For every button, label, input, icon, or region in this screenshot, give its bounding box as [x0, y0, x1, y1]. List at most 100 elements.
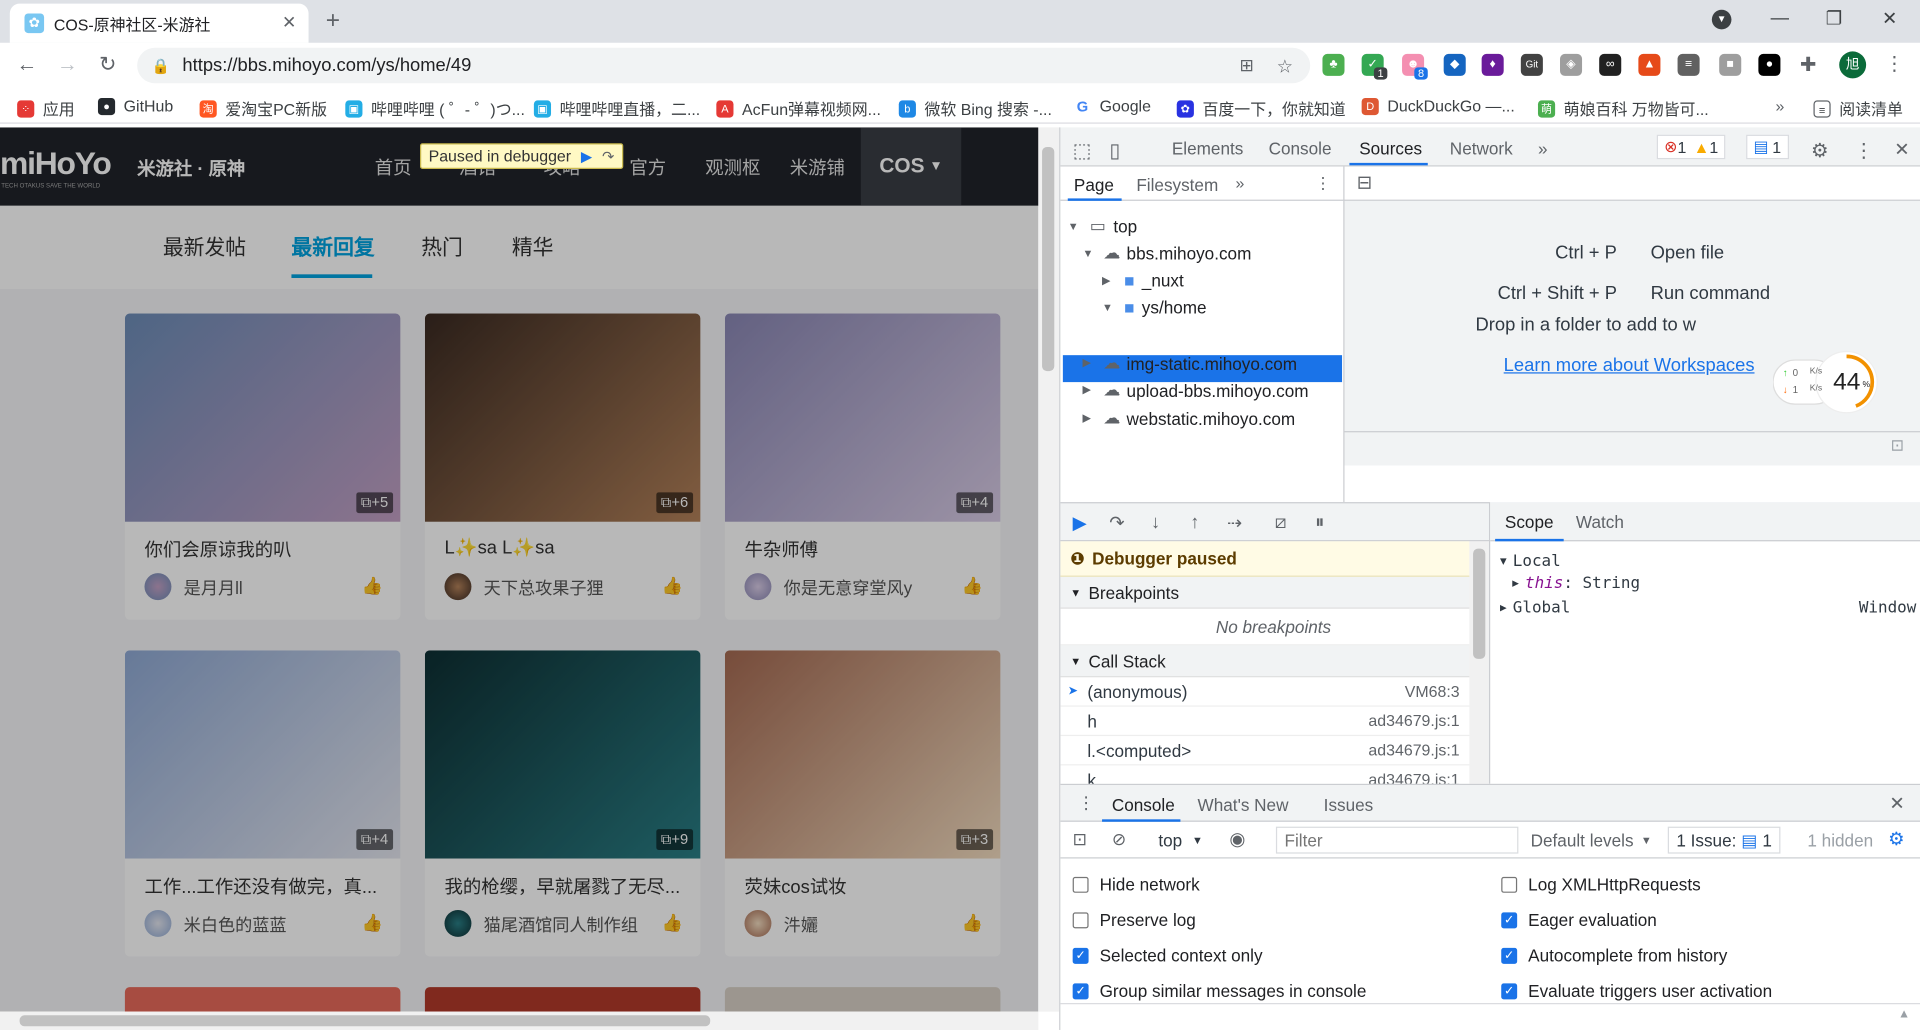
- profile-avatar[interactable]: 旭: [1839, 51, 1867, 79]
- more-bookmarks-icon[interactable]: »: [1776, 97, 1785, 115]
- avatar[interactable]: [744, 909, 772, 937]
- tab-page[interactable]: Page: [1074, 175, 1114, 195]
- post-author[interactable]: 汼孋: [784, 912, 818, 936]
- step-over-icon[interactable]: ↷: [602, 148, 614, 165]
- post-image[interactable]: [424, 313, 701, 522]
- tree-node-folder[interactable]: ▼ ■ ys/home: [1102, 298, 1207, 318]
- page-hscroll-thumb[interactable]: [19, 1015, 711, 1027]
- address-bar[interactable]: 🔒 https://bbs.mihoyo.com/ys/home/49 ⊞ ☆: [137, 47, 1311, 84]
- post-image[interactable]: [724, 650, 1001, 859]
- post-card[interactable]: ⧉+4 工作...工作还没有做完，真... 米白色的蓝蓝 👍: [124, 650, 401, 957]
- tab-filesystem[interactable]: Filesystem: [1136, 175, 1218, 195]
- step-into-icon[interactable]: ↓: [1151, 512, 1160, 533]
- frame-location[interactable]: ad34679.js:1: [1368, 712, 1459, 730]
- tab-watch[interactable]: Watch: [1576, 512, 1624, 532]
- site-logo[interactable]: miHoYo: [0, 145, 112, 183]
- console-setting-checkbox[interactable]: ✓ Autocomplete from history: [1501, 945, 1727, 965]
- checkbox-icon[interactable]: [1072, 911, 1089, 928]
- post-title[interactable]: 我的枪缨，早就屠戮了无尽...: [444, 873, 689, 899]
- minimize-icon[interactable]: —: [1771, 7, 1789, 28]
- page-scroll-thumb[interactable]: [1042, 146, 1055, 372]
- thumbs-up-icon[interactable]: 👍: [962, 576, 983, 597]
- extension-glasses-icon[interactable]: ∞: [1599, 53, 1622, 76]
- step-icon[interactable]: ⇢: [1227, 512, 1242, 534]
- post-card[interactable]: ⧉+3 荧妹cos试妆 汼孋 👍: [724, 650, 1001, 957]
- checkbox-icon[interactable]: ✓: [1501, 982, 1518, 999]
- more-nav-tabs-icon[interactable]: »: [1236, 174, 1245, 192]
- post-title[interactable]: 牛杂师傅: [744, 536, 989, 562]
- sidebar-toggle-icon[interactable]: ⊡: [1073, 829, 1087, 850]
- tab-hot[interactable]: 热门: [421, 230, 463, 261]
- post-title[interactable]: 荧妹cos试妆: [744, 873, 989, 899]
- extension-grey-icon[interactable]: ■: [1719, 53, 1742, 76]
- checkbox-icon[interactable]: ✓: [1501, 911, 1518, 928]
- settings-gear-icon[interactable]: ⚙: [1811, 138, 1829, 162]
- tab-latest-posts[interactable]: 最新发帖: [163, 230, 246, 261]
- bookmark-item[interactable]: ● GitHub: [97, 97, 173, 115]
- issues-counter[interactable]: ⊗ 1 ▲ 1: [1656, 134, 1726, 160]
- console-setting-checkbox[interactable]: ✓ Selected context only: [1072, 945, 1263, 965]
- nav-cos[interactable]: COS ▼: [860, 127, 962, 206]
- console-prompt[interactable]: [1060, 1003, 1920, 1030]
- maximize-icon[interactable]: ❐: [1826, 7, 1842, 30]
- tab-console[interactable]: Console: [1269, 138, 1332, 158]
- checkbox-icon[interactable]: [1072, 876, 1089, 893]
- frame-location[interactable]: ad34679.js:1: [1368, 741, 1459, 759]
- console-setting-checkbox[interactable]: ✓ Eager evaluation: [1501, 910, 1657, 930]
- device-toolbar-icon[interactable]: ▯: [1109, 138, 1120, 162]
- thumbs-up-icon[interactable]: 👍: [362, 576, 383, 597]
- post-author[interactable]: 猫尾酒馆同人制作组: [484, 912, 638, 936]
- close-tab-icon[interactable]: ✕: [282, 12, 296, 33]
- console-setting-checkbox[interactable]: ✓ Group similar messages in console: [1072, 981, 1366, 1001]
- nav-shop[interactable]: 米游铺: [790, 154, 845, 180]
- post-card[interactable]: ⧉+5 你们会原谅我的叭 是月月ll 👍: [124, 313, 401, 620]
- clear-console-icon[interactable]: ⊘: [1112, 829, 1126, 850]
- bookmark-item[interactable]: D DuckDuckGo —...: [1361, 97, 1515, 115]
- pause-on-exceptions-icon[interactable]: ⏸: [1315, 512, 1324, 533]
- browser-menu-icon[interactable]: ⋮: [1885, 51, 1905, 75]
- navigator-menu-icon[interactable]: ⋮: [1315, 174, 1331, 194]
- call-frame[interactable]: h ad34679.js:1: [1060, 707, 1470, 737]
- close-devtools-icon[interactable]: ✕: [1894, 138, 1909, 161]
- drawer-menu-icon[interactable]: ⋮: [1078, 792, 1095, 813]
- console-setting-checkbox[interactable]: Preserve log: [1072, 910, 1196, 930]
- thumbs-up-icon[interactable]: 👍: [662, 912, 683, 933]
- avatar[interactable]: [444, 573, 472, 601]
- checkbox-icon[interactable]: ✓: [1072, 947, 1089, 964]
- drawer-tab-issues[interactable]: Issues: [1324, 795, 1374, 815]
- bookmark-item[interactable]: ⁘ 应用: [17, 97, 75, 120]
- extensions-puzzle-icon[interactable]: ✚: [1800, 53, 1816, 77]
- tree-node-domain[interactable]: ▶ ☁ img-static.mihoyo.com: [1082, 353, 1297, 374]
- resume-icon[interactable]: ▶: [581, 148, 592, 165]
- checkbox-icon[interactable]: ✓: [1072, 982, 1089, 999]
- call-frame[interactable]: l.<computed> ad34679.js:1: [1060, 736, 1470, 766]
- bookmark-item[interactable]: 淘爱淘宝PC新版: [199, 97, 327, 120]
- avatar[interactable]: [144, 573, 172, 601]
- post-card[interactable]: [424, 987, 701, 1012]
- back-icon[interactable]: ←: [12, 53, 41, 77]
- post-image[interactable]: [124, 313, 401, 522]
- console-filter-input[interactable]: [1275, 826, 1519, 854]
- deactivate-breakpoints-icon[interactable]: ⧄: [1275, 512, 1287, 533]
- bookmark-star-icon[interactable]: ☆: [1277, 54, 1293, 77]
- post-image[interactable]: [124, 650, 401, 859]
- extension-purple-icon[interactable]: ♦: [1481, 53, 1504, 76]
- resume-icon[interactable]: ▶: [1073, 512, 1087, 534]
- bookmark-item[interactable]: ▣ 哔哩哔哩直播，二...: [533, 97, 700, 120]
- tree-node-domain[interactable]: ▼ ☁ bbs.mihoyo.com: [1082, 242, 1251, 263]
- step-over-icon[interactable]: ↷: [1109, 512, 1124, 534]
- log-levels-dropdown[interactable]: Default levels ▼: [1531, 830, 1652, 850]
- post-card[interactable]: [124, 987, 401, 1012]
- post-title[interactable]: 你们会原谅我的叭: [144, 536, 389, 562]
- context-selector[interactable]: top ▼: [1158, 830, 1203, 850]
- extension-black-icon[interactable]: ●: [1758, 53, 1781, 76]
- debugger-scroll-thumb[interactable]: [1473, 548, 1486, 659]
- nav-official[interactable]: 官方: [629, 154, 666, 180]
- live-expression-eye-icon[interactable]: ◉: [1229, 828, 1245, 850]
- bookmark-item[interactable]: ▣ 哔哩哔哩 ( ゜- ゜)つ...: [345, 97, 525, 120]
- extension-gitzip-icon[interactable]: Git: [1520, 53, 1543, 76]
- post-card[interactable]: ⧉+9 我的枪缨，早就屠戮了无尽... 猫尾酒馆同人制作组 👍: [424, 650, 701, 957]
- devtools-menu-icon[interactable]: ⋮: [1854, 138, 1874, 162]
- console-setting-checkbox[interactable]: ✓ Evaluate triggers user activation: [1501, 981, 1772, 1001]
- post-author[interactable]: 你是无意穿堂风y: [784, 576, 913, 600]
